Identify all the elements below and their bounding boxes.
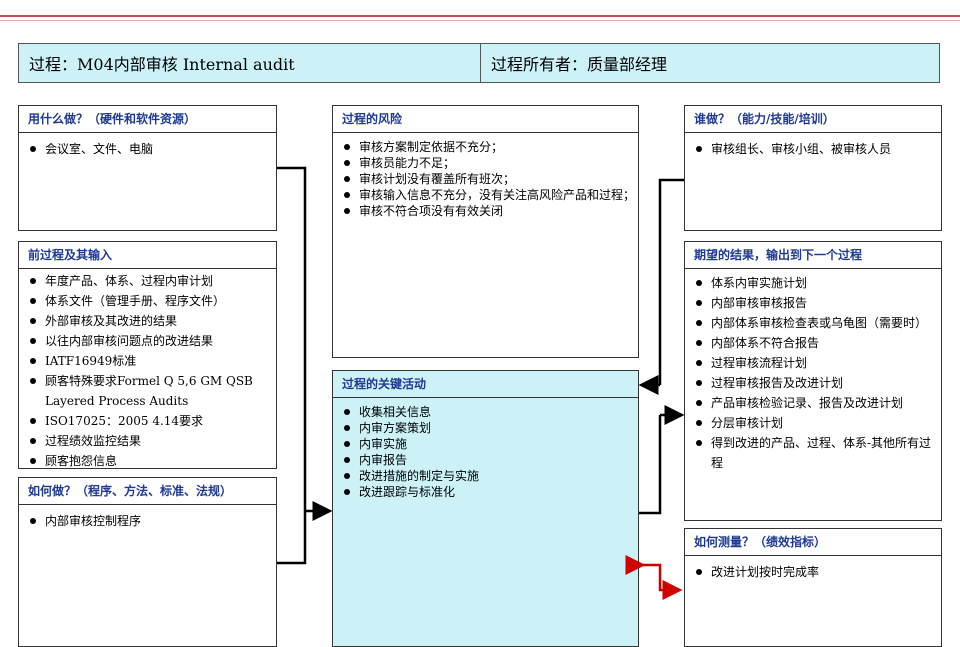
list-item: 审核不符合项没有有效关闭 [341,203,638,219]
resources-box: 用什么做？（硬件和软件资源） 会议室、文件、电脑 [18,105,277,231]
list-item: 内部体系不符合报告 [693,333,941,353]
risks-title: 过程的风险 [333,106,638,133]
activities-list: 收集相关信息 内审方案策划 内审实施 内审报告 改进措施的制定与实施 改进跟踪与… [333,398,638,500]
risks-box: 过程的风险 审核方案制定依据不充分； 审核员能力不足； 审核计划没有覆盖所有班次… [332,105,639,358]
list-item: ISO17025：2005 4.14要求 [27,411,276,431]
process-owner: 过程所有者：质量部经理 [491,55,668,74]
list-item: 产品审核检验记录、报告及改进计划 [693,393,941,413]
list-item: 收集相关信息 [341,404,638,420]
list-item: 顾客特殊要求Formel Q 5,6 GM QSB Layered Proces… [27,371,276,411]
list-item: IATF16949标准 [27,351,276,371]
list-item: 审核员能力不足； [341,155,638,171]
who-list: 审核组长、审核小组、被审核人员 [685,133,941,159]
outputs-list: 体系内审实施计划 内部审核审核报告 内部体系审核检查表或乌龟图（需要时） 内部体… [685,269,941,473]
how-title: 如何做？（程序、方法、标准、法规） [19,478,276,505]
activities-title: 过程的关键活动 [333,371,638,398]
measure-connector [625,555,683,600]
list-item: 体系内审实施计划 [693,273,941,293]
list-item: 审核组长、审核小组、被审核人员 [693,139,941,159]
who-connector [658,178,684,385]
process-header: 过程：M04内部审核 Internal audit 过程所有者：质量部经理 [18,43,940,83]
inputs-title: 前过程及其输入 [19,242,276,269]
list-item: 过程绩效监控结果 [27,431,276,451]
list-item: 外部审核及其改进的结果 [27,311,276,331]
list-item: 改进计划按时完成率 [693,562,941,582]
list-item: 改进跟踪与标准化 [341,484,638,500]
inputs-box: 前过程及其输入 年度产品、体系、过程内审计划 体系文件（管理手册、程序文件） 外… [18,241,277,469]
outputs-title: 期望的结果，输出到下一个过程 [685,242,941,269]
who-box: 谁做？（能力/技能/培训） 审核组长、审核小组、被审核人员 [684,105,942,231]
how-list: 内部审核控制程序 [19,505,276,531]
measure-box: 如何测量？（绩效指标） 改进计划按时完成率 [684,528,942,647]
top-rule [0,15,960,17]
who-title: 谁做？（能力/技能/培训） [685,106,941,133]
output-connector [639,415,662,515]
list-item: 得到改进的产品、过程、体系-其他所有过程 [693,433,941,473]
top-rule-thin [0,20,960,21]
list-item: 改进措施的制定与实施 [341,468,638,484]
activities-box: 过程的关键活动 收集相关信息 内审方案策划 内审实施 内审报告 改进措施的制定与… [332,370,639,647]
outputs-box: 期望的结果，输出到下一个过程 体系内审实施计划 内部审核审核报告 内部体系审核检… [684,241,942,521]
list-item: 审核计划没有覆盖所有班次； [341,171,638,187]
list-item: 以往内部审核问题点的改进结果 [27,331,276,351]
list-item: 内审实施 [341,436,638,452]
list-item: 内审报告 [341,452,638,468]
list-item: 内部审核审核报告 [693,293,941,313]
list-item: 内部审核控制程序 [27,511,276,531]
list-item: 审核输入信息不充分，没有关注高风险产品和过程； [341,187,638,203]
list-item: 分层审核计划 [693,413,941,433]
list-item: 体系文件（管理手册、程序文件） [27,291,276,311]
list-item: 过程审核报告及改进计划 [693,373,941,393]
resources-title: 用什么做？（硬件和软件资源） [19,106,276,133]
list-item: 审核方案制定依据不充分； [341,139,638,155]
how-box: 如何做？（程序、方法、标准、法规） 内部审核控制程序 [18,477,277,647]
process-name: 过程：M04内部审核 Internal audit [19,44,481,82]
list-item: 年度产品、体系、过程内审计划 [27,271,276,291]
measure-title: 如何测量？（绩效指标） [685,529,941,556]
list-item: 顾客抱怨信息 [27,451,276,471]
inputs-list: 年度产品、体系、过程内审计划 体系文件（管理手册、程序文件） 外部审核及其改进的… [19,269,276,471]
measure-list: 改进计划按时完成率 [685,556,941,582]
resources-list: 会议室、文件、电脑 [19,133,276,159]
list-item: 内审方案策划 [341,420,638,436]
list-item: 过程审核流程计划 [693,353,941,373]
risks-list: 审核方案制定依据不充分； 审核员能力不足； 审核计划没有覆盖所有班次； 审核输入… [333,133,638,219]
left-connector [277,166,307,565]
list-item: 内部体系审核检查表或乌龟图（需要时） [693,313,941,333]
list-item: 会议室、文件、电脑 [27,139,276,159]
